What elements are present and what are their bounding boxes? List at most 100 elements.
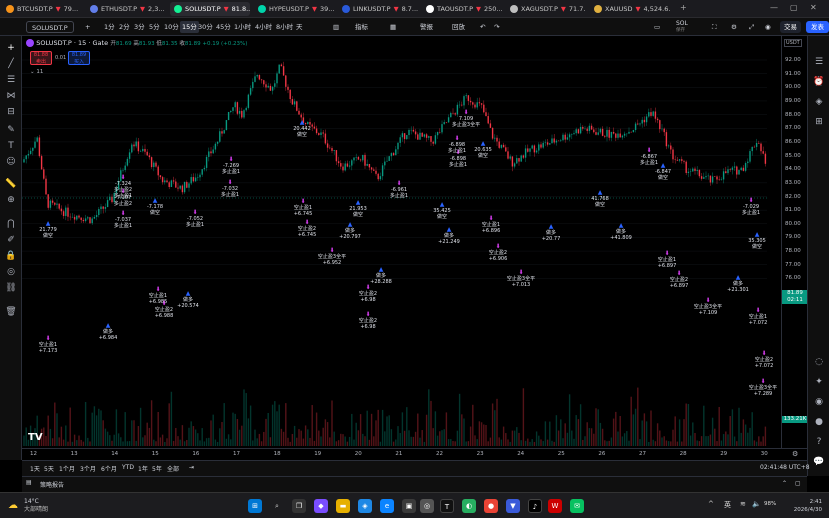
wifi-icon[interactable]: ≋ [740, 500, 746, 508]
range-button[interactable]: YTD [122, 464, 134, 471]
currency-selector[interactable]: USDT [784, 39, 802, 47]
brush-icon[interactable]: ✎ [5, 124, 17, 136]
strategy-report-tab[interactable]: 策略报告 [40, 480, 64, 489]
interval-button[interactable]: 1分 [104, 21, 115, 33]
indicators-button[interactable]: 指标 [355, 21, 368, 33]
axis-settings-icon[interactable]: ⚙ [792, 450, 798, 458]
browser-tab[interactable]: ETHUSDT.P▼2,3...✕ [86, 2, 166, 16]
interval-button[interactable]: 天 [296, 21, 303, 33]
chat-icon[interactable]: ◌ [813, 356, 825, 368]
layout-name[interactable]: SOL 保存 [676, 21, 688, 34]
range-button[interactable]: 1个月 [59, 464, 75, 473]
range-button[interactable]: 6个月 [101, 464, 117, 473]
redo-icon[interactable]: ↷ [494, 21, 499, 33]
interval-button[interactable]: 45分 [216, 21, 231, 33]
interval-button[interactable]: 5分 [149, 21, 160, 33]
interval-button[interactable]: 10分 [164, 21, 179, 33]
range-button[interactable]: 1年 [138, 464, 148, 473]
taskbar-search-icon[interactable]: ⌕ [270, 499, 284, 513]
dom-icon[interactable]: ⊞ [813, 116, 825, 128]
tradingview-taskbar-icon[interactable]: T [440, 499, 454, 513]
app-icon-2[interactable]: ◈ [358, 499, 372, 513]
interval-button[interactable]: 15分 [180, 21, 199, 33]
templates-icon[interactable]: ▦ [390, 21, 396, 33]
input-method-indicator[interactable]: 英 [724, 500, 731, 510]
text-icon[interactable]: T [5, 140, 17, 152]
interval-button[interactable]: 8小时 [276, 21, 293, 33]
indicator-toggle[interactable]: ⌄ 11 [30, 69, 43, 75]
layers-icon[interactable]: ◈ [813, 96, 825, 108]
browser-tab[interactable]: LINKUSDT.P▼8.7...✕ [338, 2, 418, 16]
interval-button[interactable]: 30分 [198, 21, 213, 33]
wechat-icon[interactable]: ✉ [570, 499, 584, 513]
browser-tab[interactable]: XAGUSDT.P▼71.7...✕ [506, 2, 586, 16]
app-icon-6[interactable]: ▼ [506, 499, 520, 513]
volume-icon[interactable]: 🔈 [752, 500, 761, 508]
fullscreen-icon[interactable]: ⛶ [712, 21, 717, 33]
interval-button[interactable]: 3分 [134, 21, 145, 33]
file-explorer-icon[interactable]: ▬ [336, 499, 350, 513]
candlestick-chart[interactable]: ▲ ⬇ ▲ ⬇ ⬇ ⬇ ▲ ⬇ ⬇ ⬇ ▲ ⬇ ⬇ ▲ ⬇ ⬇ ⬇ ▲ ▲ ⬇ ▲ ⬇ ⬇ ▲ ▲ ⬇ ⬇ ⬇ ▲ ⬇ ⬇ ⬇ ▲ ▲ ▲ ⬇ ▲ ⬇ ⬇ ⬇… [22, 36, 781, 448]
strategy-tester-icon[interactable]: ▤ [26, 479, 32, 486]
help-icon[interactable]: ? [813, 436, 825, 448]
browser-tab[interactable]: BTCUSDT.P▼79...✕ [2, 2, 82, 16]
chat-bubble-icon[interactable]: 💬 [813, 456, 825, 468]
emoji-icon[interactable]: ☺ [5, 156, 17, 168]
new-tab-button[interactable]: + [680, 3, 687, 12]
chrome-icon[interactable]: ● [484, 499, 498, 513]
app-icon-4[interactable]: ◎ [420, 499, 434, 513]
browser-tab[interactable]: XAUUSD▼4,524.6...✕ [590, 2, 670, 16]
fib-icon[interactable]: ☰ [5, 74, 17, 86]
weather-widget[interactable]: 14°C 大部晴朗 [24, 498, 48, 514]
time-axis[interactable]: 12 13 14 15 16 17 18 19 20 21 22 23 24 25 26 27 28 29 30 ⚙ [22, 448, 807, 460]
trendline-icon[interactable]: ╱ [5, 58, 17, 70]
stay-drawing-icon[interactable]: ✐ [5, 234, 17, 246]
interval-button[interactable]: 4小时 [255, 21, 272, 33]
visibility-icon[interactable]: ◎ [5, 266, 17, 278]
trash-icon[interactable]: 🗑 [5, 306, 17, 318]
panel-maximize-icon[interactable]: ▢ [795, 480, 801, 487]
replay-button[interactable]: 回放 [452, 21, 465, 33]
app-icon-3[interactable]: ▣ [402, 499, 416, 513]
browser-tab[interactable]: HYPEUSDT.P▼39...✕ [254, 2, 334, 16]
app-icon-5[interactable]: ◐ [462, 499, 476, 513]
alert-button[interactable]: 警报 [420, 21, 433, 33]
magnet-icon[interactable]: ⋂ [5, 218, 17, 230]
range-button[interactable]: 5年 [152, 464, 162, 473]
interval-button[interactable]: 1小时 [234, 21, 251, 33]
undo-icon[interactable]: ↶ [480, 21, 485, 33]
ruler-icon[interactable]: 📏 [5, 178, 17, 190]
settings-icon[interactable]: ⚙ [731, 21, 737, 33]
minimize-icon[interactable]: — [770, 3, 778, 12]
edge-icon[interactable]: e [380, 499, 394, 513]
publish-button[interactable]: 发表 [806, 21, 829, 33]
ideas-icon[interactable]: ✦ [813, 376, 825, 388]
price-axis[interactable]: USDT 92.00 91.00 90.00 89.00 88.00 87.00 86.00… [781, 36, 808, 448]
link-icon[interactable]: ⛓ [5, 282, 17, 294]
task-view-icon[interactable]: ❐ [292, 499, 306, 513]
add-symbol-button[interactable]: + [85, 21, 90, 33]
start-menu-icon[interactable]: ⊞ [248, 499, 262, 513]
range-button[interactable]: 5天 [44, 464, 54, 473]
zoom-icon[interactable]: ⊕ [5, 194, 17, 206]
tray-expand-icon[interactable]: ^ [708, 500, 714, 508]
battery-percent[interactable]: 98% [764, 501, 776, 507]
buy-button[interactable]: 81.89 买入 [68, 51, 90, 65]
range-button[interactable]: 全部 [167, 464, 179, 473]
weather-icon[interactable]: ☁ [8, 500, 18, 511]
trade-button[interactable]: 交易 [780, 21, 801, 33]
range-button[interactable]: 3个月 [80, 464, 96, 473]
maximize-icon[interactable]: ▢ [790, 3, 798, 12]
tiktok-icon[interactable]: ♪ [528, 499, 542, 513]
panel-collapse-icon[interactable]: ⌃ [782, 480, 787, 487]
watchlist-icon[interactable]: ☰ [813, 56, 825, 68]
close-window-icon[interactable]: ✕ [810, 3, 817, 12]
crosshair-icon[interactable]: + [5, 42, 17, 54]
system-clock[interactable]: 2:41 2026/4/30 [788, 498, 822, 514]
lock-icon[interactable]: 🔒 [5, 250, 17, 262]
alerts-icon[interactable]: ⏰ [813, 76, 825, 88]
layout-icon[interactable]: ▭ [654, 21, 660, 33]
snapshot-icon[interactable]: ◉ [765, 21, 771, 33]
app-icon-1[interactable]: ◆ [314, 499, 328, 513]
app-icon-7[interactable]: W [548, 499, 562, 513]
